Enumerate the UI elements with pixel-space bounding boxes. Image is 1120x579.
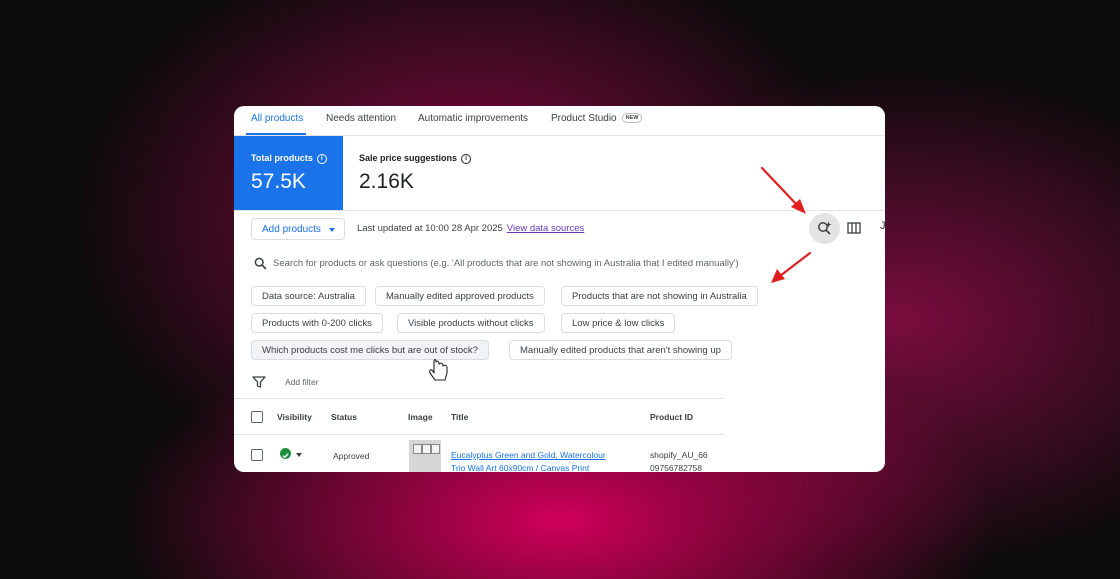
tab-all-products[interactable]: All products: [251, 113, 303, 124]
columns-icon: [847, 222, 861, 234]
suggestion-chip[interactable]: Which products cost me clicks but are ou…: [251, 340, 489, 360]
suggestion-chip[interactable]: Products with 0-200 clicks: [251, 313, 383, 333]
product-title-link[interactable]: Eucalyptus Green and Gold, Watercolour T…: [451, 449, 621, 472]
sale-price-suggestions-label: Sale price suggestions i: [359, 153, 472, 164]
divider: [234, 434, 724, 435]
info-icon[interactable]: i: [461, 153, 472, 164]
column-header-title[interactable]: Title: [451, 412, 468, 422]
chevron-down-icon[interactable]: [296, 453, 302, 457]
chevron-down-icon: [329, 228, 335, 232]
suggestion-chip[interactable]: Products that are not showing in Austral…: [561, 286, 758, 306]
total-products-stat[interactable]: Total products i 57.5K: [234, 136, 343, 210]
row-checkbox[interactable]: [251, 449, 263, 461]
last-updated-text: Last updated at 10:00 28 Apr 2025 View da…: [357, 223, 584, 234]
last-updated-label: Last updated at 10:00 28 Apr 2025: [357, 223, 503, 234]
products-table: Visibility Status Image Title Product ID…: [234, 398, 724, 472]
suggestion-chip[interactable]: Manually edited approved products: [375, 286, 545, 306]
tab-bar: All products Needs attention Automatic i…: [234, 106, 885, 136]
new-badge: NEW: [621, 113, 643, 124]
add-filter-input[interactable]: Add filter: [285, 377, 319, 387]
product-manager-card: All products Needs attention Automatic i…: [234, 106, 885, 472]
download-icon[interactable]: J: [880, 220, 885, 232]
sale-price-suggestions-value: 2.16K: [359, 170, 414, 193]
ai-search-button[interactable]: [809, 213, 840, 244]
info-icon[interactable]: i: [316, 153, 327, 164]
filter-icon: [252, 376, 266, 388]
total-products-label: Total products i: [251, 153, 327, 164]
suggestion-chip[interactable]: Low price & low clicks: [561, 313, 676, 333]
suggestion-chip[interactable]: Visible products without clicks: [397, 313, 545, 333]
add-products-button[interactable]: Add products: [251, 218, 345, 240]
tab-automatic-improvements[interactable]: Automatic improvements: [418, 113, 528, 124]
search-input[interactable]: Search for products or ask questions (e.…: [273, 258, 739, 269]
column-header-visibility[interactable]: Visibility: [277, 412, 312, 422]
status-text: Approved: [333, 451, 370, 461]
product-id: shopify_AU_6609756782758: [650, 450, 708, 472]
sparkle-search-icon: [818, 221, 832, 235]
column-header-status[interactable]: Status: [331, 412, 357, 422]
active-tab-indicator: [246, 133, 306, 135]
view-data-sources-link[interactable]: View data sources: [507, 223, 584, 234]
tab-product-studio-label: Product Studio: [551, 113, 617, 124]
visible-check-icon: [280, 448, 291, 459]
column-header-product-id[interactable]: Product ID: [650, 412, 693, 422]
tab-product-studio[interactable]: Product Studio NEW: [551, 113, 643, 124]
suggestion-chip[interactable]: Manually edited products that aren't sho…: [509, 340, 732, 360]
select-all-checkbox[interactable]: [251, 411, 263, 423]
filter-button[interactable]: [252, 375, 266, 393]
divider: [234, 210, 885, 211]
add-products-label: Add products: [262, 224, 321, 235]
columns-button[interactable]: [847, 221, 861, 235]
product-thumbnail: [409, 440, 441, 472]
sale-price-suggestions-stat[interactable]: Sale price suggestions i 2.16K: [343, 136, 643, 210]
divider: [234, 398, 724, 399]
product-search-bar[interactable]: Search for products or ask questions (e.…: [254, 256, 854, 272]
suggestion-chip[interactable]: Data source: Australia: [251, 286, 366, 306]
search-icon: [254, 257, 267, 270]
column-header-image[interactable]: Image: [408, 412, 433, 422]
total-products-value: 57.5K: [251, 170, 306, 193]
tab-needs-attention[interactable]: Needs attention: [326, 113, 396, 124]
